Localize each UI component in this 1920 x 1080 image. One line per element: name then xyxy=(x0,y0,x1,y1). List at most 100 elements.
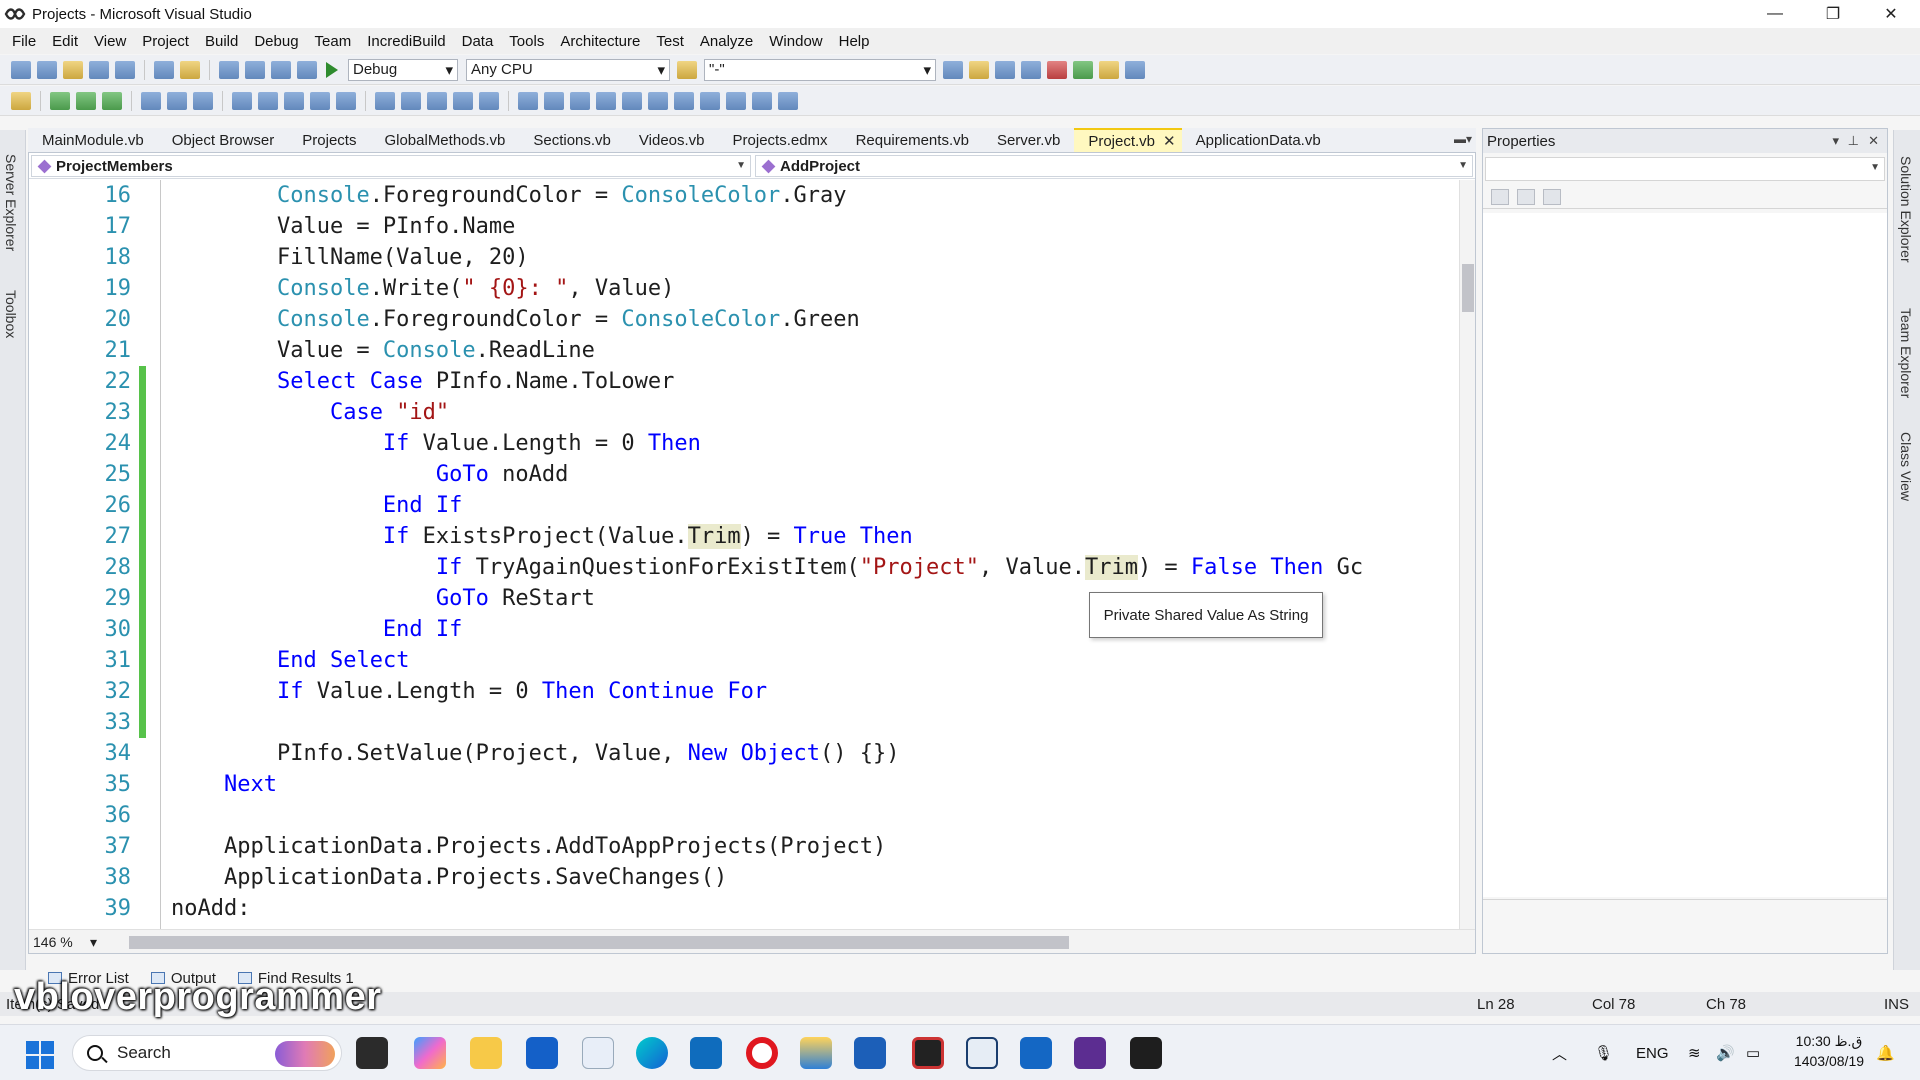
navigate-backward-icon[interactable] xyxy=(271,60,291,79)
cube-app-icon[interactable] xyxy=(966,1037,998,1069)
microphone-icon[interactable]: 🎙 xyxy=(1594,1025,1613,1080)
align-left-icon[interactable] xyxy=(518,91,538,110)
find-combo[interactable]: "-" ▾ xyxy=(704,58,936,81)
platform-select[interactable]: Any CPU ▾ xyxy=(466,58,670,81)
step-out-icon[interactable] xyxy=(102,91,122,110)
task-view-icon[interactable] xyxy=(356,1037,388,1069)
menu-tools[interactable]: Tools xyxy=(501,33,552,50)
alphabetical-icon[interactable] xyxy=(1517,188,1535,205)
battery-icon[interactable]: ▭ xyxy=(1746,1025,1760,1080)
object-browser-icon[interactable] xyxy=(995,60,1015,79)
tab-sections[interactable]: Sections.vb xyxy=(519,128,625,152)
class-dropdown[interactable]: ProjectMembers ▼ xyxy=(31,155,751,177)
properties-grid[interactable] xyxy=(1483,213,1887,897)
step-into-icon[interactable] xyxy=(50,91,70,110)
menu-debug[interactable]: Debug xyxy=(246,33,306,50)
whitespace-icon[interactable] xyxy=(596,91,616,110)
code-line[interactable]: 33 xyxy=(29,707,1459,738)
code-line[interactable]: 37 ApplicationData.Projects.AddToAppProj… xyxy=(29,831,1459,862)
file-explorer-icon[interactable] xyxy=(470,1037,502,1069)
start-page-icon[interactable] xyxy=(1073,60,1093,79)
close-panel-icon[interactable]: ✕ xyxy=(1868,133,1879,149)
visual-studio-taskbar-icon[interactable] xyxy=(1074,1037,1106,1069)
word-wrap-icon[interactable] xyxy=(570,91,590,110)
code-line[interactable]: 16 Console.ForegroundColor = ConsoleColo… xyxy=(29,180,1459,211)
tab-projects[interactable]: Projects xyxy=(288,128,370,152)
code-line[interactable]: 34 PInfo.SetValue(Project, Value, New Ob… xyxy=(29,738,1459,769)
code-line[interactable]: 39 noAdd: xyxy=(29,893,1459,924)
toolbox-tab[interactable]: Toolbox xyxy=(3,290,19,338)
code-line[interactable]: 32 If Value.Length = 0 Then Continue For xyxy=(29,676,1459,707)
prev-icon[interactable] xyxy=(674,91,694,110)
comment-icon[interactable] xyxy=(232,91,252,110)
volume-icon[interactable]: 🔊 xyxy=(1716,1025,1735,1080)
code-line[interactable]: 38 ApplicationData.Projects.SaveChanges(… xyxy=(29,862,1459,893)
horizontal-scrollbar-thumb[interactable] xyxy=(129,936,1069,949)
member-list-icon[interactable] xyxy=(375,91,395,110)
redo-icon[interactable] xyxy=(245,60,265,79)
wifi-icon[interactable]: ≋ xyxy=(1688,1025,1701,1080)
parameter-info-icon[interactable] xyxy=(401,91,421,110)
windows-start-icon[interactable] xyxy=(26,1041,54,1069)
code-line[interactable]: 25 GoTo noAdd xyxy=(29,459,1459,490)
edge-icon[interactable] xyxy=(636,1037,668,1069)
code-line[interactable]: 31 End Select xyxy=(29,645,1459,676)
books-icon[interactable] xyxy=(854,1037,886,1069)
uncomment-icon[interactable] xyxy=(258,91,278,110)
close-tab-icon[interactable]: ✕ xyxy=(1163,132,1176,150)
next-icon[interactable] xyxy=(700,91,720,110)
screen-icon[interactable] xyxy=(778,91,798,110)
compare-icon[interactable] xyxy=(726,91,746,110)
minimize-button[interactable]: — xyxy=(1746,0,1804,28)
menu-team[interactable]: Team xyxy=(307,33,360,50)
menu-help[interactable]: Help xyxy=(831,33,878,50)
prev-bookmark-icon[interactable] xyxy=(167,91,187,110)
navigate-forward-icon[interactable] xyxy=(297,60,317,79)
indent-icon[interactable] xyxy=(284,91,304,110)
solution-config-select[interactable]: Debug ▾ xyxy=(348,58,458,81)
tools-icon[interactable] xyxy=(1047,60,1067,79)
next-bookmark-icon[interactable] xyxy=(193,91,213,110)
solution-explorer-tab[interactable]: Solution Explorer xyxy=(1898,156,1914,263)
folder-app-icon[interactable] xyxy=(800,1037,832,1069)
server-explorer-tab[interactable]: Server Explorer xyxy=(3,154,19,251)
tab-projects-edmx[interactable]: Projects.edmx xyxy=(719,128,842,152)
align-right-icon[interactable] xyxy=(544,91,564,110)
code-line[interactable]: 28 If TryAgainQuestionForExistItem("Proj… xyxy=(29,552,1459,583)
tab-videos[interactable]: Videos.vb xyxy=(625,128,719,152)
menu-edit[interactable]: Edit xyxy=(44,33,86,50)
code-line[interactable]: 36 xyxy=(29,800,1459,831)
code-line[interactable]: 26 End If xyxy=(29,490,1459,521)
window-layout-icon[interactable] xyxy=(1125,60,1145,79)
tab-project-active[interactable]: Project.vb ✕ xyxy=(1074,128,1182,152)
step-over-icon[interactable] xyxy=(76,91,96,110)
outlook-icon[interactable] xyxy=(690,1037,722,1069)
quick-info-icon[interactable] xyxy=(427,91,447,110)
code-line[interactable]: 20 Console.ForegroundColor = ConsoleColo… xyxy=(29,304,1459,335)
class-view-tab[interactable]: Class View xyxy=(1898,432,1914,501)
code-line[interactable]: 24 If Value.Length = 0 Then xyxy=(29,428,1459,459)
code-line[interactable]: 17 Value = PInfo.Name xyxy=(29,211,1459,242)
outdent-icon[interactable] xyxy=(310,91,330,110)
diagram-icon[interactable] xyxy=(752,91,772,110)
close-button[interactable]: ✕ xyxy=(1862,0,1920,28)
properties-icon[interactable] xyxy=(969,60,989,79)
tab-applicationdata[interactable]: ApplicationData.vb xyxy=(1182,128,1335,152)
copilot-icon[interactable] xyxy=(414,1037,446,1069)
menu-incredibuild[interactable]: IncrediBuild xyxy=(359,33,453,50)
object-select[interactable]: ▼ xyxy=(1485,157,1885,181)
menu-data[interactable]: Data xyxy=(454,33,502,50)
new-project-icon[interactable] xyxy=(11,60,31,79)
member-dropdown[interactable]: AddProject ▼ xyxy=(755,155,1473,177)
open-file-icon[interactable] xyxy=(63,60,83,79)
copy-icon[interactable] xyxy=(154,60,174,79)
menu-view[interactable]: View xyxy=(86,33,134,50)
tab-requirements[interactable]: Requirements.vb xyxy=(842,128,983,152)
tab-globalmethods[interactable]: GlobalMethods.vb xyxy=(370,128,519,152)
menu-analyze[interactable]: Analyze xyxy=(692,33,761,50)
add-item-icon[interactable] xyxy=(37,60,57,79)
notification-bell-icon[interactable]: 🔔 xyxy=(1876,1025,1895,1080)
code-line[interactable]: 23 Case "id" xyxy=(29,397,1459,428)
tab-overflow-icon[interactable]: ▬▾ xyxy=(1454,132,1472,146)
menu-architecture[interactable]: Architecture xyxy=(552,33,648,50)
